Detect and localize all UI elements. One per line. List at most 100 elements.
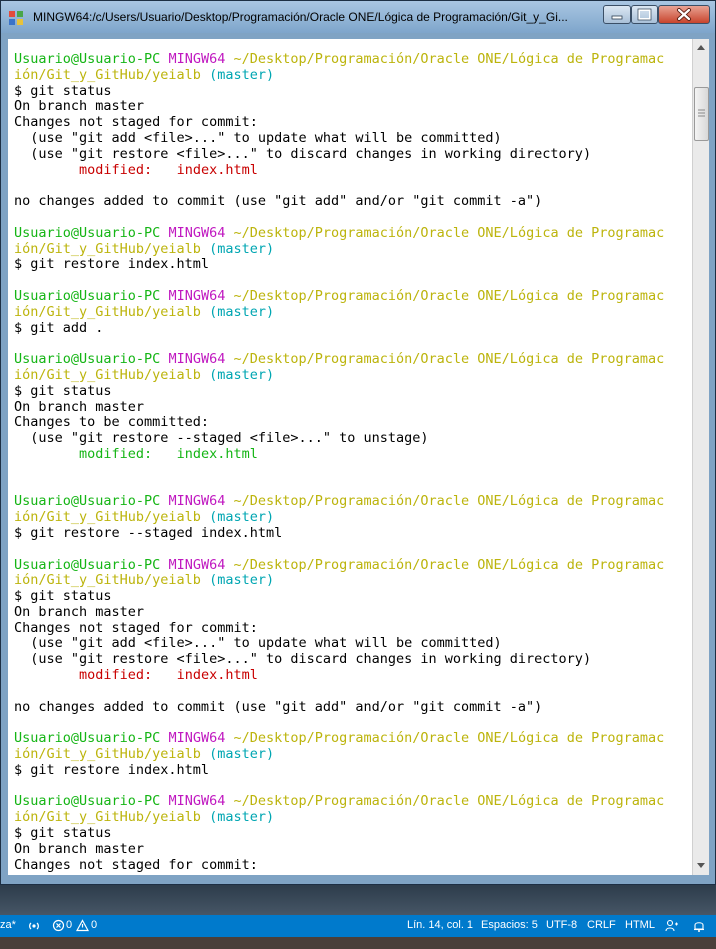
- output-text: $ git restore index.html: [14, 761, 210, 778]
- output-text: (use "git restore <file>..." to discard …: [14, 145, 592, 162]
- terminal-line: ión/Git_y_GitHub/yeialb (master): [14, 509, 664, 526]
- terminal-line: ión/Git_y_GitHub/yeialb (master): [14, 572, 664, 589]
- terminal-line: On branch master: [14, 604, 664, 621]
- prompt-branch: (master): [209, 303, 275, 320]
- terminal-line: $ git status: [14, 383, 664, 400]
- cursor-position[interactable]: Lín. 14, col. 1: [407, 919, 473, 931]
- bell-icon[interactable]: [692, 919, 706, 933]
- close-button[interactable]: [658, 5, 710, 24]
- warning-icon[interactable]: [76, 919, 89, 932]
- prompt-env: MINGW64: [168, 793, 234, 810]
- prompt-user: Usuario@Usuario-PC: [14, 287, 169, 304]
- prompt-branch: (master): [209, 66, 275, 83]
- prompt-env: MINGW64: [168, 351, 234, 368]
- prompt-path: ión/Git_y_GitHub/yeialb: [14, 366, 210, 383]
- terminal-line: ión/Git_y_GitHub/yeialb (master): [14, 303, 664, 321]
- terminal-line: (use "git restore --staged <file>..." to…: [14, 430, 664, 447]
- terminal-line: ión/Git_y_GitHub/yeialb (master): [14, 241, 664, 258]
- terminal-line: Usuario@Usuario-PC MINGW64 ~/Desktop/Pro…: [14, 51, 665, 68]
- terminal-line: Changes to be committed:: [14, 414, 664, 431]
- encoding[interactable]: UTF-8: [546, 919, 577, 931]
- indentation[interactable]: Espacios: 5: [481, 919, 538, 931]
- scrollbar-thumb[interactable]: [694, 87, 709, 141]
- prompt-path: ~/Desktop/Programación/Oracle ONE/Lógica…: [233, 556, 665, 573]
- prompt-user: Usuario@Usuario-PC: [14, 351, 169, 368]
- broadcast-icon[interactable]: [27, 919, 41, 933]
- language-mode[interactable]: HTML: [625, 919, 655, 931]
- scroll-down-arrow-icon[interactable]: [693, 857, 709, 874]
- output-text: On branch master: [14, 98, 145, 115]
- output-text: (use "git add <file>..." to update what …: [14, 129, 502, 146]
- terminal-line: (use "git add <file>..." to update what …: [14, 636, 664, 652]
- prompt-env: MINGW64: [168, 730, 234, 747]
- terminal-line: Usuario@Usuario-PC MINGW64 ~/Desktop/Pro…: [14, 287, 664, 305]
- terminal-line: Usuario@Usuario-PC MINGW64 ~/Desktop/Pro…: [14, 351, 665, 368]
- prompt-path: ~/Desktop/Programación/Oracle ONE/Lógica…: [233, 730, 665, 747]
- terminal-line: $ git restore --staged index.html: [14, 524, 664, 542]
- error-icon[interactable]: [52, 919, 65, 932]
- minimize-button[interactable]: [603, 5, 631, 24]
- output-text: $ git status: [14, 825, 112, 842]
- prompt-env: MINGW64: [168, 287, 234, 304]
- terminal-line: modified: index.html: [14, 162, 664, 179]
- terminal-line: (use "git add <file>..." to update what …: [14, 129, 664, 147]
- close-icon: [677, 8, 691, 21]
- terminal-line: ión/Git_y_GitHub/yeialb (master): [14, 66, 664, 84]
- terminal-line: Changes not staged for commit:: [14, 114, 664, 131]
- error-count[interactable]: 0: [66, 919, 72, 931]
- terminal-line: $ git restore index.html: [14, 761, 664, 779]
- terminal-output[interactable]: Usuario@Usuario-PC MINGW64 ~/Desktop/Pro…: [8, 39, 692, 875]
- prompt-user: Usuario@Usuario-PC: [14, 556, 169, 573]
- terminal-line: no changes added to commit (use "git add…: [14, 193, 664, 210]
- output-text: no changes added to commit (use "git add…: [14, 698, 543, 715]
- output-text: Changes not staged for commit:: [14, 114, 258, 131]
- prompt-user: Usuario@Usuario-PC: [14, 224, 169, 241]
- title-bar[interactable]: MINGW64:/c/Users/Usuario/Desktop/Program…: [1, 1, 715, 33]
- prompt-branch: (master): [209, 809, 275, 826]
- maximize-button[interactable]: [631, 5, 658, 24]
- terminal-line: ión/Git_y_GitHub/yeialb (master): [14, 746, 664, 763]
- prompt-branch: (master): [209, 509, 275, 526]
- prompt-env: MINGW64: [168, 224, 234, 241]
- prompt-path: ~/Desktop/Programación/Oracle ONE/Lógica…: [233, 351, 665, 368]
- output-text: no changes added to commit (use "git add…: [14, 193, 543, 210]
- vertical-scrollbar[interactable]: [692, 39, 709, 875]
- line-ending[interactable]: CRLF: [587, 919, 616, 931]
- branch-fragment[interactable]: za*: [0, 919, 16, 931]
- output-text: Changes to be committed:: [14, 414, 210, 431]
- terminal-line: On branch master: [14, 841, 664, 858]
- terminal-line: Changes not staged for commit:: [14, 857, 664, 874]
- terminal-line: ión/Git_y_GitHub/yeialb (master): [14, 366, 664, 384]
- terminal-line: Changes not staged for commit:: [14, 619, 664, 637]
- warning-count[interactable]: 0: [91, 919, 97, 931]
- prompt-user: Usuario@Usuario-PC: [14, 730, 169, 747]
- prompt-env: MINGW64: [168, 51, 234, 67]
- feedback-icon[interactable]: [665, 919, 679, 933]
- output-text: Changes not staged for commit:: [14, 619, 258, 636]
- output-text: (use "git restore <file>..." to discard …: [14, 651, 592, 668]
- editor-status-bar: za* 0 0 Lín. 14, col. 1 Espacios: 5 UTF-…: [0, 915, 716, 937]
- prompt-path: ión/Git_y_GitHub/yeialb: [14, 746, 210, 763]
- output-text: $ git restore --staged index.html: [14, 524, 283, 541]
- prompt-branch: (master): [209, 366, 275, 383]
- output-text: (use "git add <file>..." to update what …: [14, 635, 502, 652]
- prompt-path: ~/Desktop/Programación/Oracle ONE/Lógica…: [233, 51, 665, 67]
- prompt-branch: (master): [209, 572, 275, 589]
- terminal-line: modified: index.html: [14, 667, 664, 684]
- terminal-line: (use "git restore <file>..." to discard …: [14, 651, 664, 668]
- prompt-env: MINGW64: [168, 493, 234, 510]
- terminal-line: no changes added to commit (use "git add…: [14, 698, 664, 716]
- app-icon[interactable]: [8, 10, 24, 26]
- scroll-up-arrow-icon[interactable]: [693, 39, 709, 56]
- terminal-line: Usuario@Usuario-PC MINGW64 ~/Desktop/Pro…: [14, 730, 665, 747]
- terminal-line: $ git status: [14, 83, 664, 100]
- maximize-icon: [637, 8, 652, 21]
